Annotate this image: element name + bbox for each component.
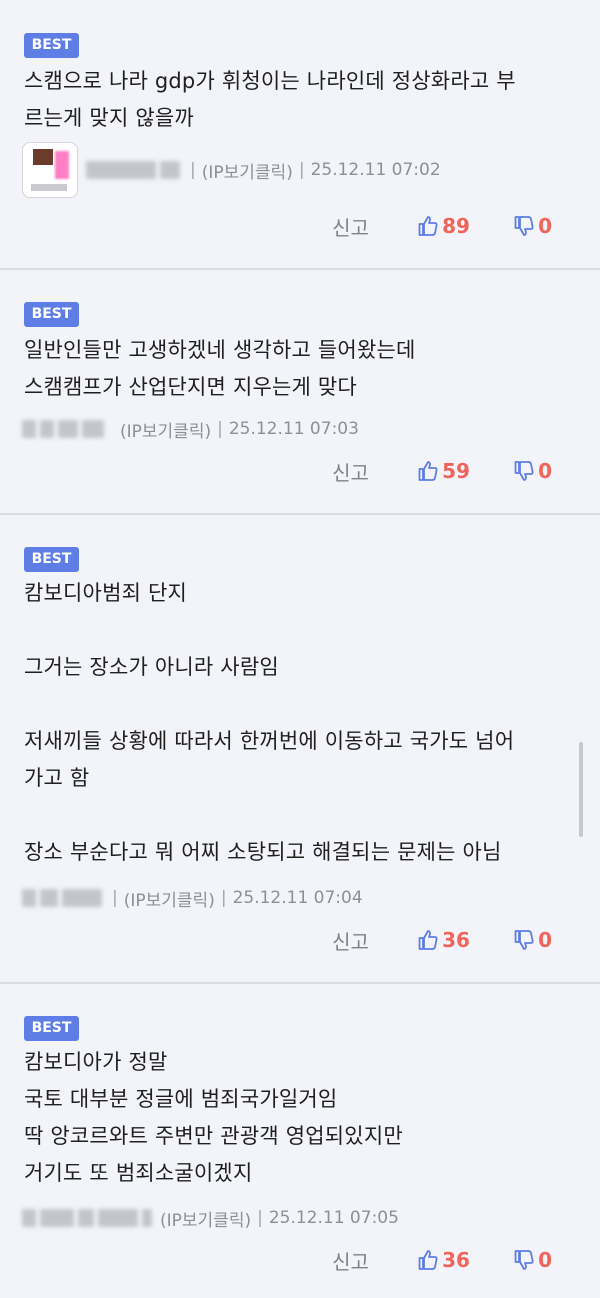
- best-badge: BEST: [24, 33, 79, 58]
- comment-meta: (IP보기클릭) | 25.12.11 07:05: [22, 1203, 399, 1233]
- thumbs-up-icon: [418, 1250, 438, 1270]
- dislike-count: 0: [538, 928, 552, 952]
- comment-meta: (IP보기클릭) | 25.12.11 07:03: [22, 414, 359, 444]
- ip-view-link[interactable]: (IP보기클릭): [124, 886, 215, 911]
- best-badge: BEST: [24, 1016, 79, 1041]
- comment-card: BEST 캄보디아가 정말 국토 대부분 정글에 범죄국가일거임 딱 앙코르와트…: [0, 984, 600, 1298]
- comment-meta: | (IP보기클릭) | 25.12.11 07:04: [22, 883, 363, 913]
- comment-text: 일반인들만 고생하겠네 생각하고 들어왔는데 스캠캠프가 산업단지면 지우는게 …: [24, 338, 416, 399]
- comment-meta: | (IP보기클릭) | 25.12.11 07:02: [22, 140, 441, 200]
- comment-datetime: 25.12.11 07:05: [268, 1208, 399, 1228]
- scrollbar[interactable]: [579, 742, 583, 837]
- blurred-username[interactable]: [22, 420, 36, 438]
- like-count: 36: [442, 1248, 470, 1272]
- user-avatar[interactable]: [22, 142, 78, 198]
- comment-actions: 신고 36 0: [332, 923, 552, 957]
- thumbs-down-icon: [514, 930, 534, 950]
- ip-view-link[interactable]: (IP보기클릭): [202, 158, 293, 183]
- dislike-count: 0: [538, 459, 552, 483]
- comment-datetime: 25.12.11 07:04: [232, 888, 363, 908]
- report-button[interactable]: 신고: [332, 212, 418, 241]
- comment-text: 캄보디아범죄 단지 그거는 장소가 아니라 사람임 저새끼들 상황에 따라서 한…: [24, 581, 515, 864]
- comment-datetime: 25.12.11 07:03: [228, 419, 359, 439]
- like-button[interactable]: 36: [418, 928, 514, 952]
- comment-text: 스캠으로 나라 gdp가 휘청이는 나라인데 정상화라고 부 르는게 맞지 않을…: [24, 69, 516, 130]
- dislike-count: 0: [538, 1248, 552, 1272]
- best-badge: BEST: [24, 302, 79, 327]
- blurred-username[interactable]: [22, 1209, 36, 1227]
- blurred-username[interactable]: [22, 889, 36, 907]
- comment-datetime: 25.12.11 07:02: [310, 160, 441, 180]
- dislike-button[interactable]: 0: [514, 459, 552, 483]
- dislike-count: 0: [538, 214, 552, 238]
- report-button[interactable]: 신고: [332, 1246, 418, 1275]
- thumbs-down-icon: [514, 461, 534, 481]
- comment-text: 캄보디아가 정말 국토 대부분 정글에 범죄국가일거임 딱 앙코르와트 주변만 …: [24, 1050, 403, 1185]
- thumbs-up-icon: [418, 930, 438, 950]
- comment-card: BEST 일반인들만 고생하겠네 생각하고 들어왔는데 스캠캠프가 산업단지면 …: [0, 270, 600, 515]
- comment-actions: 신고 89 0: [332, 209, 552, 243]
- comment-actions: 신고 36 0: [332, 1243, 552, 1277]
- ip-view-link[interactable]: (IP보기클릭): [160, 1206, 251, 1231]
- thumbs-down-icon: [514, 1250, 534, 1270]
- dislike-button[interactable]: 0: [514, 1248, 552, 1272]
- ip-view-link[interactable]: (IP보기클릭): [120, 417, 211, 442]
- dislike-button[interactable]: 0: [514, 928, 552, 952]
- like-count: 89: [442, 214, 470, 238]
- like-button[interactable]: 59: [418, 459, 514, 483]
- best-badge: BEST: [24, 547, 79, 572]
- blurred-username[interactable]: [86, 161, 156, 179]
- report-button[interactable]: 신고: [332, 926, 418, 955]
- comment-actions: 신고 59 0: [332, 454, 552, 488]
- comment-card: BEST 스캠으로 나라 gdp가 휘청이는 나라인데 정상화라고 부 르는게 …: [0, 0, 600, 270]
- like-button[interactable]: 36: [418, 1248, 514, 1272]
- report-button[interactable]: 신고: [332, 457, 418, 486]
- like-count: 59: [442, 459, 470, 483]
- thumbs-up-icon: [418, 461, 438, 481]
- thumbs-up-icon: [418, 216, 438, 236]
- dislike-button[interactable]: 0: [514, 214, 552, 238]
- like-button[interactable]: 89: [418, 214, 514, 238]
- thumbs-down-icon: [514, 216, 534, 236]
- like-count: 36: [442, 928, 470, 952]
- comment-card: BEST 캄보디아범죄 단지 그거는 장소가 아니라 사람임 저새끼들 상황에 …: [0, 515, 600, 984]
